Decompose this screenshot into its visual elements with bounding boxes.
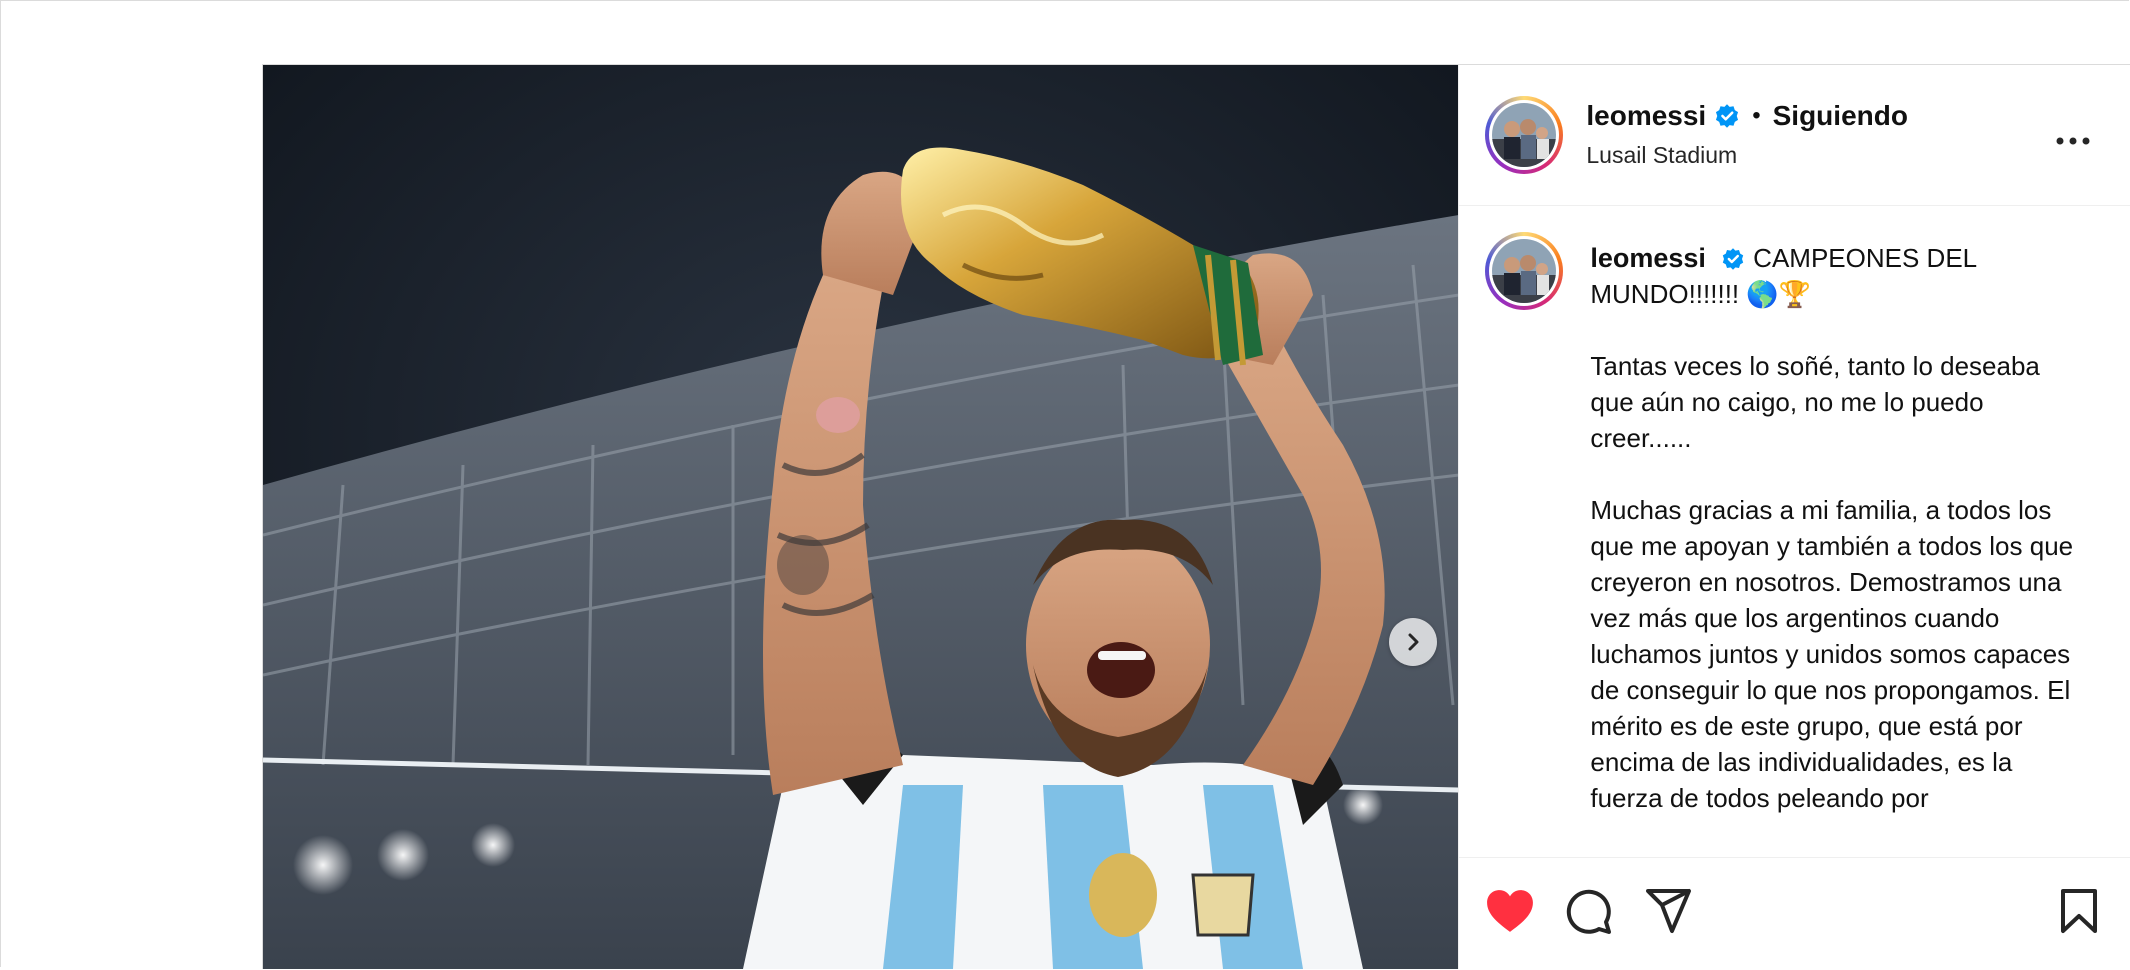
- caption-section: leomessi CAMPEONES DEL MUNDO!!!!!!! 🌎🏆 T…: [1459, 206, 2130, 826]
- comment-icon: [1567, 889, 1612, 934]
- post-header: leomessi • Siguiendo Lusail Stadium: [1459, 65, 2130, 206]
- next-photo-button[interactable]: [1389, 618, 1437, 666]
- like-button[interactable]: [1485, 888, 1535, 939]
- post-side-panel: leomessi • Siguiendo Lusail Stadium leom…: [1458, 65, 2130, 969]
- following-button[interactable]: Siguiendo: [1773, 100, 1908, 132]
- verified-badge-icon: [1714, 103, 1740, 129]
- caption-author-avatar[interactable]: [1485, 232, 1564, 310]
- caption-text-block: leomessi CAMPEONES DEL MUNDO!!!!!!! 🌎🏆 T…: [1590, 240, 2090, 816]
- bookmark-icon: [2061, 889, 2098, 933]
- post-modal: leomessi • Siguiendo Lusail Stadium leom…: [262, 64, 2130, 969]
- more-options-button[interactable]: [2050, 126, 2096, 156]
- comment-button[interactable]: [1565, 888, 1613, 941]
- avatar-image: [1492, 239, 1557, 303]
- avatar-image: [1492, 103, 1557, 167]
- separator-dot: •: [1752, 102, 1761, 129]
- photo-scene: [263, 65, 1459, 969]
- save-button[interactable]: [2059, 888, 2099, 939]
- post-photo[interactable]: [263, 65, 1459, 969]
- action-bar: [1459, 857, 2130, 970]
- send-icon: [1646, 889, 1692, 933]
- chevron-right-icon: [1408, 633, 1419, 651]
- caption-body: Tantas veces lo soñé, tanto lo deseaba q…: [1590, 351, 2074, 813]
- author-avatar[interactable]: [1485, 96, 1564, 174]
- location-link[interactable]: Lusail Stadium: [1586, 142, 1908, 169]
- author-username[interactable]: leomessi: [1586, 100, 1706, 132]
- more-options-icon: [2056, 137, 2090, 145]
- caption-username[interactable]: leomessi: [1590, 243, 1706, 273]
- verified-badge-icon: [1721, 247, 1745, 271]
- heart-filled-icon: [1487, 890, 1534, 932]
- share-button[interactable]: [1645, 888, 1693, 939]
